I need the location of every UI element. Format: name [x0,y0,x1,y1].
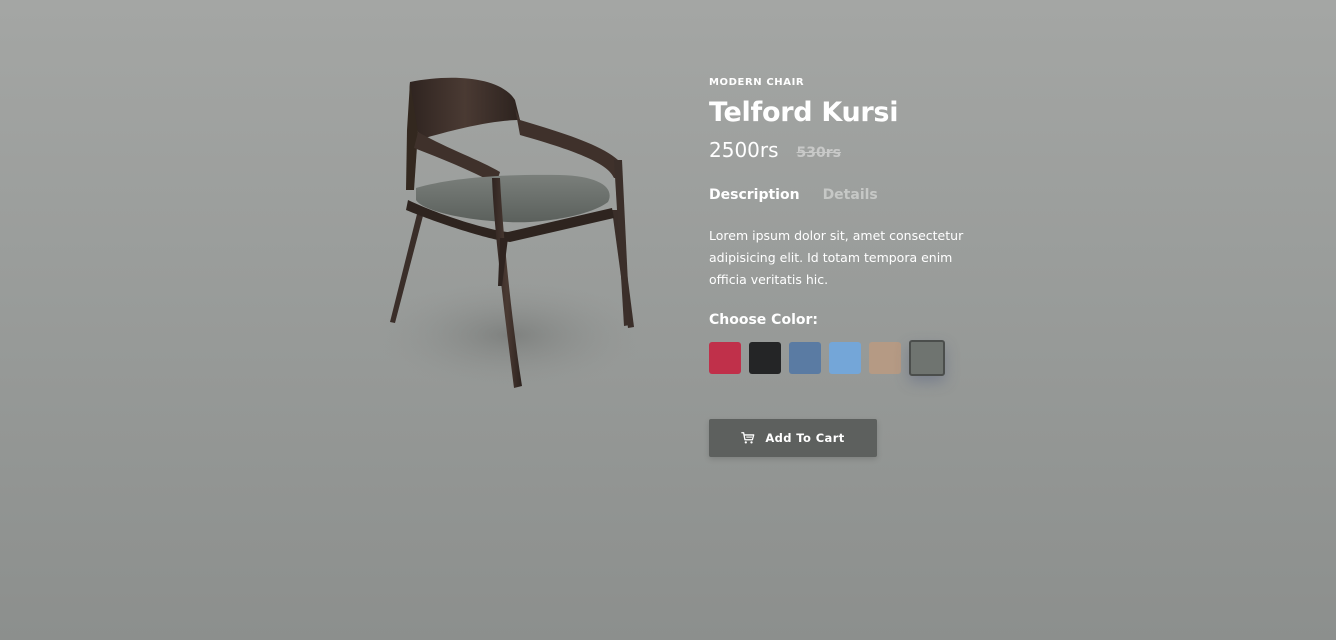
tab-details[interactable]: Details [823,187,878,207]
product-tabs: Description Details [709,187,1009,207]
add-to-cart-label: Add To Cart [765,431,845,445]
price-row: 2500rs 530rs [709,138,1009,164]
current-price: 2500rs [709,138,779,162]
color-swatches [709,340,1009,378]
color-swatch-black[interactable] [749,342,781,374]
color-swatch-red[interactable] [709,342,741,374]
product-description: Lorem ipsum dolor sit, amet consectetur … [709,228,964,287]
tab-description[interactable]: Description [709,187,800,207]
old-price: 530rs [796,145,842,161]
color-swatch-light-blue[interactable] [829,342,861,374]
choose-color-label: Choose Color: [709,312,818,328]
product-info: MODERN CHAIR Telford Kursi 2500rs 530rs … [709,77,1009,378]
product-category: MODERN CHAIR [709,77,805,88]
product-title: Telford Kursi [709,97,899,128]
chair-product-image [375,77,645,390]
add-to-cart-button[interactable]: Add To Cart [709,419,877,457]
color-swatch-denim[interactable] [789,342,821,374]
color-swatch-beige[interactable] [869,342,901,374]
cart-icon [741,432,755,444]
color-swatch-gray[interactable] [909,340,945,376]
